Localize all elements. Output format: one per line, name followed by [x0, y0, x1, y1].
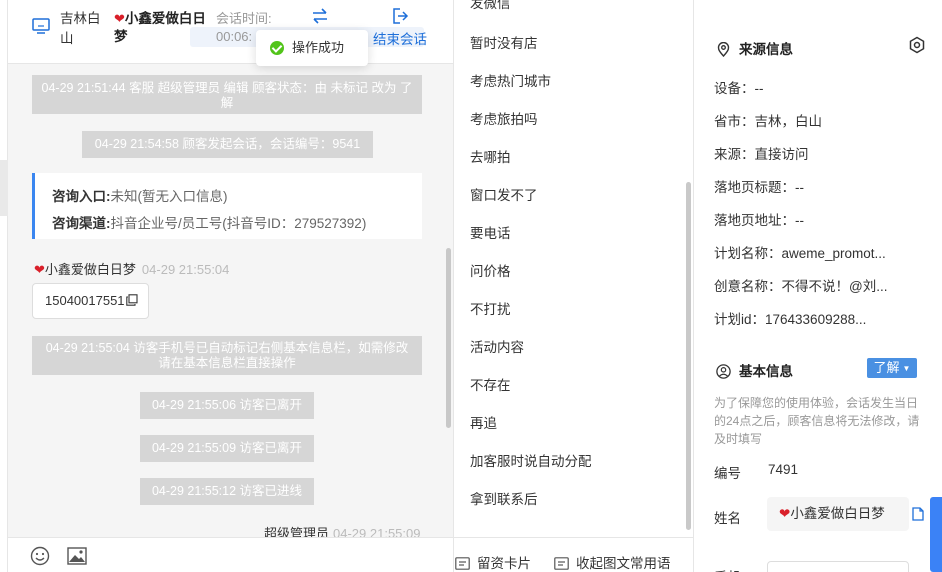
message-content: 15040017551	[45, 293, 125, 308]
location-pin-icon	[717, 41, 730, 58]
system-message: 04-29 21:55:09 访客已离开	[140, 435, 314, 462]
phrase-item[interactable]: 加客服时说自动分配	[470, 450, 592, 470]
plan-name-field: 计划名称：aweme_promot...	[714, 246, 886, 261]
phrases-scrollbar[interactable]	[686, 182, 691, 530]
id-value: 7491	[768, 462, 799, 477]
chat-header: 吉林白山 ❤小鑫爱做白日梦 会话时间: 00:06: 结束会话	[8, 0, 453, 64]
message-bubble[interactable]: 15040017551	[32, 283, 149, 319]
system-message: 04-29 21:55:04 访客手机号已自动标记右侧基本信息栏，如需修改请在基…	[32, 336, 422, 375]
chat-panel: 吉林白山 ❤小鑫爱做白日梦 会话时间: 00:06: 结束会话 操作成功 04-…	[0, 0, 454, 572]
entry-value: 未知(暂无入口信息)	[110, 189, 228, 204]
card-icon	[455, 557, 470, 570]
consult-entry-row: 咨询入口:未知(暂无入口信息)	[52, 183, 422, 210]
phone-field[interactable]	[767, 561, 909, 572]
landing-url-field: 落地页地址：--	[714, 213, 804, 228]
consult-info-card: 咨询入口:未知(暂无入口信息) 咨询渠道:抖音企业号/员工号(抖音号ID：279…	[32, 173, 422, 239]
source-info-title-text: 来源信息	[739, 42, 793, 57]
heart-icon: ❤	[779, 506, 791, 521]
status-dropdown-label: 了解	[873, 360, 900, 375]
copy-icon[interactable]	[125, 294, 138, 306]
system-message: 04-29 21:55:06 访客已离开	[140, 392, 314, 419]
heart-icon: ❤	[34, 262, 45, 277]
composer-toolbar	[8, 537, 453, 572]
system-message: 04-29 21:55:12 访客已进线	[140, 478, 314, 505]
id-label: 编号	[714, 466, 741, 481]
phrase-item[interactable]: 暂时没有店	[470, 32, 538, 52]
visitor-region: 吉林白山	[60, 11, 101, 46]
system-message: 04-29 21:51:44 客服 超级管理员 编辑 顾客状态：由 未标记 改为…	[32, 75, 422, 114]
sender-name: 小鑫爱做白日梦	[44, 262, 136, 277]
emoji-icon[interactable]	[30, 546, 50, 566]
logout-icon	[393, 8, 409, 24]
phrase-item[interactable]: 考虑热门城市	[470, 70, 551, 90]
phrase-item[interactable]: 不打扰	[470, 298, 511, 318]
document-icon[interactable]	[912, 507, 924, 521]
phrase-item[interactable]: 要电话	[470, 222, 511, 242]
lead-card-label: 留资卡片	[477, 556, 531, 571]
name-field[interactable]: ❤小鑫爱做白日梦	[767, 497, 909, 531]
edit-notice: 为了保障您的使用体验，会话发生当日的24点之后，顾客信息将无法修改，请及时填写	[714, 396, 920, 446]
check-circle-icon	[270, 41, 284, 55]
collapse-phrases-button[interactable]: 收起图文常用语	[554, 552, 671, 572]
name-value: 小鑫爱做白日梦	[790, 506, 885, 521]
system-message: 04-29 21:54:58 顾客发起会话，会话编号：9541	[82, 131, 373, 158]
creative-name-field: 创意名称：不得不说！@刘...	[714, 279, 888, 294]
end-session-button[interactable]: 结束会话	[370, 7, 430, 48]
phrase-item[interactable]: 窗口发不了	[470, 184, 538, 204]
phrase-item[interactable]: 考虑旅拍吗	[470, 108, 538, 128]
heart-icon: ❤	[114, 11, 125, 26]
channel-label: 咨询渠道:	[52, 216, 111, 231]
status-dropdown[interactable]: 了解 ▼	[867, 358, 917, 378]
phrase-item[interactable]: 活动内容	[470, 336, 524, 356]
rail-marker	[0, 160, 8, 216]
device-field: 设备：--	[714, 81, 764, 96]
success-toast: 操作成功	[256, 30, 368, 66]
end-session-label: 结束会话	[373, 32, 427, 47]
side-tab[interactable]	[930, 497, 942, 572]
basic-info-title: 基本信息	[716, 360, 793, 380]
phrase-item[interactable]: 去哪拍	[470, 146, 511, 166]
phrase-item[interactable]: 问价格	[470, 260, 511, 280]
channel-value: 抖音企业号/员工号(抖音号ID：279527392)	[110, 216, 367, 231]
basic-info-title-text: 基本信息	[739, 364, 793, 379]
monitor-icon	[32, 18, 50, 34]
chat-scrollbar[interactable]	[446, 248, 451, 428]
transfer-icon[interactable]	[310, 7, 330, 25]
caret-down-icon: ▼	[902, 364, 911, 373]
quick-phrases-panel: 发微信 暂时没有店 考虑热门城市 考虑旅拍吗 去哪拍 窗口发不了 要电话 问价格…	[454, 0, 694, 572]
phrase-item[interactable]: 发微信	[470, 0, 511, 12]
message-time: 04-29 21:55:04	[141, 262, 230, 277]
phrase-item[interactable]: 不存在	[470, 374, 511, 394]
province-city-field: 省市：吉林，白山	[714, 114, 822, 129]
left-rail	[0, 0, 8, 572]
phone-label: 手机	[714, 566, 741, 572]
image-icon[interactable]	[67, 547, 87, 565]
name-label: 姓名	[714, 511, 741, 526]
phrase-item[interactable]: 拿到联系后	[470, 488, 538, 508]
session-time-label: 会话时间:	[216, 11, 272, 26]
message-sender: ❤小鑫爱做白日梦 04-29 21:55:04	[34, 259, 229, 278]
phrase-item[interactable]: 再追	[470, 412, 497, 432]
source-info-title: 来源信息	[716, 38, 793, 58]
plan-id-field: 计划id：176433609288...	[714, 312, 867, 327]
user-circle-icon	[716, 364, 731, 379]
landing-title-field: 落地页标题：--	[714, 180, 804, 195]
collapse-phrases-label: 收起图文常用语	[576, 556, 671, 571]
source-field: 来源：直接访问	[714, 147, 809, 162]
list-icon	[554, 557, 569, 570]
consult-channel-row: 咨询渠道:抖音企业号/员工号(抖音号ID：279527392)	[52, 210, 422, 237]
visitor-info-panel: 来源信息 设备：-- 省市：吉林，白山 来源：直接访问 落地页标题：-- 落地页…	[694, 0, 942, 572]
lead-card-button[interactable]: 留资卡片	[455, 552, 531, 572]
entry-label: 咨询入口:	[52, 189, 111, 204]
settings-icon[interactable]	[908, 36, 926, 54]
phrases-toolbar: 留资卡片 收起图文常用语	[454, 537, 694, 572]
toast-text: 操作成功	[292, 40, 345, 55]
